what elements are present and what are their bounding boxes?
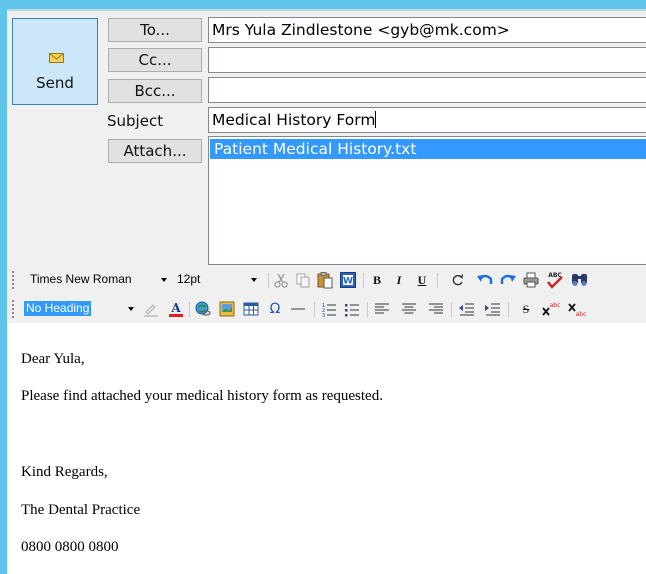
align-center-icon[interactable] bbox=[400, 300, 418, 318]
font-name-select[interactable]: Times New Roman bbox=[23, 269, 170, 290]
email-compose-window: Send To... Cc... Bcc... Subject Attach..… bbox=[7, 9, 646, 574]
font-name-value: Times New Roman bbox=[30, 272, 132, 286]
chevron-down-icon bbox=[251, 278, 257, 282]
svg-text:W: W bbox=[343, 277, 353, 287]
heading-select[interactable]: No Heading bbox=[22, 298, 134, 319]
cut-icon[interactable] bbox=[272, 271, 290, 289]
to-button[interactable]: To... bbox=[108, 18, 202, 42]
horizontal-rule-icon[interactable] bbox=[289, 300, 307, 318]
strikethrough-icon[interactable]: S bbox=[517, 300, 535, 318]
svg-text:abc: abc bbox=[550, 302, 561, 309]
clear-icon[interactable] bbox=[449, 271, 467, 289]
find-icon[interactable] bbox=[570, 271, 588, 289]
image-icon[interactable] bbox=[218, 300, 236, 318]
toolbar-separator bbox=[451, 302, 452, 317]
cc-field[interactable] bbox=[208, 47, 646, 73]
font-size-select[interactable]: 12pt bbox=[172, 269, 262, 290]
font-size-value: 12pt bbox=[177, 272, 201, 286]
toolbar-separator bbox=[367, 302, 368, 317]
special-char-icon[interactable]: Ω bbox=[266, 300, 284, 318]
toolbar-grip[interactable] bbox=[12, 271, 14, 289]
redo-icon[interactable] bbox=[499, 271, 517, 289]
chevron-down-icon bbox=[128, 307, 134, 311]
heading-value: No Heading bbox=[24, 301, 92, 316]
svg-text:abc: abc bbox=[576, 311, 587, 318]
bullet-list-icon[interactable] bbox=[343, 300, 361, 318]
undo-icon[interactable] bbox=[476, 271, 494, 289]
paste-word-icon[interactable]: W bbox=[339, 271, 357, 289]
to-field-value: Mrs Yula Zindlestone <gyb@mk.com> bbox=[212, 21, 510, 39]
underline-icon[interactable]: U bbox=[413, 271, 431, 289]
italic-icon[interactable]: I bbox=[390, 271, 408, 289]
svg-text:A: A bbox=[170, 301, 181, 315]
toolbar-separator bbox=[363, 273, 364, 288]
text-caret bbox=[375, 111, 377, 128]
indent-icon[interactable] bbox=[484, 300, 502, 318]
print-icon[interactable] bbox=[522, 271, 540, 289]
toolbar-grip[interactable] bbox=[12, 300, 14, 318]
to-field[interactable]: Mrs Yula Zindlestone <gyb@mk.com> bbox=[208, 17, 646, 43]
cc-button[interactable]: Cc... bbox=[108, 48, 202, 72]
toolbar-separator bbox=[189, 302, 190, 317]
toolbar-separator bbox=[314, 302, 315, 317]
copy-icon[interactable] bbox=[294, 271, 312, 289]
align-right-icon[interactable] bbox=[427, 300, 445, 318]
formatting-toolbar-1: Times New Roman 12pt W B I U ABC bbox=[7, 266, 646, 294]
toolbar-separator bbox=[268, 273, 269, 288]
numbered-list-icon[interactable]: 123 bbox=[320, 300, 338, 318]
outdent-icon[interactable] bbox=[458, 300, 476, 318]
toolbar-separator bbox=[508, 302, 509, 317]
bold-icon[interactable]: B bbox=[368, 271, 386, 289]
chevron-down-icon bbox=[161, 278, 167, 282]
subject-field-value: Medical History Form bbox=[212, 111, 376, 129]
font-color-icon[interactable]: A bbox=[167, 300, 185, 318]
toolbar-separator bbox=[437, 273, 438, 288]
subject-field[interactable]: Medical History Form bbox=[208, 107, 646, 133]
body-line: 0800 0800 0800 bbox=[21, 539, 119, 555]
formatting-toolbar-2: No Heading A Ω 123 S abc abc bbox=[7, 295, 646, 323]
message-body-editor[interactable]: Dear Yula, Please find attached your med… bbox=[7, 323, 646, 574]
send-button[interactable]: Send bbox=[12, 18, 98, 105]
superscript-icon[interactable]: abc bbox=[540, 300, 561, 318]
body-line: The Dental Practice bbox=[21, 502, 141, 518]
window-top-strip bbox=[7, 9, 646, 11]
envelope-icon bbox=[49, 53, 64, 63]
attach-button[interactable]: Attach... bbox=[108, 139, 202, 163]
subscript-icon[interactable]: abc bbox=[566, 300, 587, 318]
paste-icon[interactable] bbox=[316, 271, 334, 289]
body-line: Please find attached your medical histor… bbox=[21, 388, 383, 404]
align-left-icon[interactable] bbox=[373, 300, 391, 318]
bcc-button[interactable]: Bcc... bbox=[108, 79, 202, 103]
attachments-list[interactable]: Patient Medical History.txt bbox=[208, 136, 646, 265]
subject-label: Subject bbox=[107, 112, 164, 130]
link-icon[interactable] bbox=[194, 300, 212, 318]
svg-text:3: 3 bbox=[322, 313, 325, 318]
body-line: Dear Yula, bbox=[21, 351, 85, 367]
table-icon[interactable] bbox=[242, 300, 260, 318]
body-line: Kind Regards, bbox=[21, 464, 108, 480]
bcc-field[interactable] bbox=[208, 77, 646, 103]
highlight-icon[interactable] bbox=[142, 300, 160, 318]
send-button-label: Send bbox=[36, 74, 74, 92]
spellcheck-icon[interactable]: ABC bbox=[545, 271, 563, 289]
attachment-item[interactable]: Patient Medical History.txt bbox=[210, 139, 646, 159]
